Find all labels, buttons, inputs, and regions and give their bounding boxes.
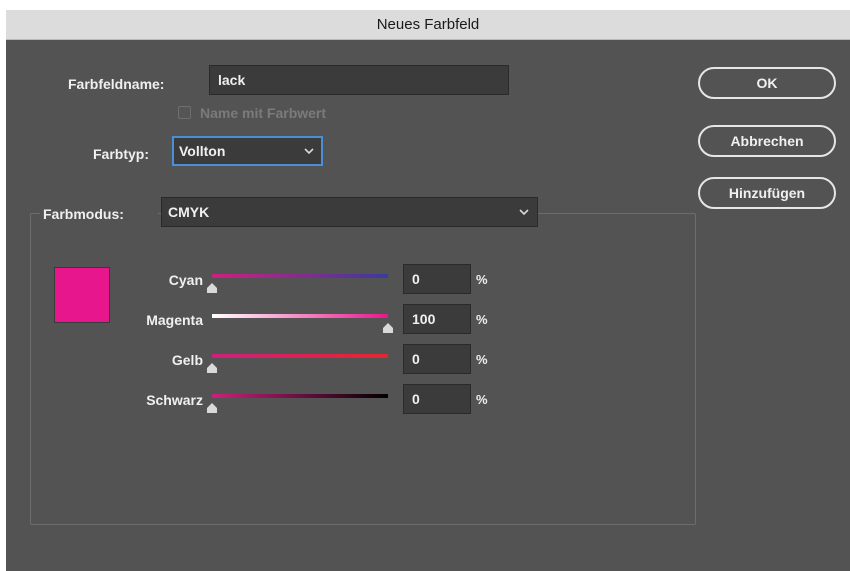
slider-value-input[interactable]: 0 xyxy=(403,384,471,414)
chevron-down-icon xyxy=(519,209,529,216)
slider-thumb-icon[interactable] xyxy=(206,402,218,414)
swatch-name-label: Farbfeldname: xyxy=(68,76,165,92)
color-mode-value: CMYK xyxy=(168,204,210,220)
slider-value-input[interactable]: 0 xyxy=(403,264,471,294)
slider-thumb-icon[interactable] xyxy=(206,362,218,374)
slider-value: 0 xyxy=(412,351,420,367)
name-with-color-value-checkbox[interactable] xyxy=(178,106,191,119)
chevron-down-icon xyxy=(304,148,314,155)
cancel-button[interactable]: Abbrechen xyxy=(698,125,836,157)
dialog-title-text: Neues Farbfeld xyxy=(376,16,480,33)
slider-label: Magenta xyxy=(146,312,203,328)
color-mode-group xyxy=(30,213,696,525)
slider-value: 0 xyxy=(412,391,420,407)
color-type-select[interactable]: Vollton xyxy=(172,136,323,166)
percent-unit: % xyxy=(476,272,488,287)
ok-button-label: OK xyxy=(756,75,778,91)
color-type-value: Vollton xyxy=(179,143,226,159)
swatch-name-input[interactable]: lack xyxy=(209,65,509,95)
swatch-name-value: lack xyxy=(218,72,246,88)
slider-value: 0 xyxy=(412,271,420,287)
color-mode-select[interactable]: CMYK xyxy=(161,197,538,227)
new-swatch-dialog: Neues Farbfeld Farbfeldname: lack Name m… xyxy=(6,10,850,571)
slider-value-input[interactable]: 0 xyxy=(403,344,471,374)
cancel-button-label: Abbrechen xyxy=(730,133,804,149)
slider-track[interactable] xyxy=(212,394,388,398)
slider-label: Gelb xyxy=(171,352,203,368)
color-type-label: Farbtyp: xyxy=(93,146,149,162)
slider-value-input[interactable]: 100 xyxy=(403,304,471,334)
color-mode-label: Farbmodus: xyxy=(43,206,124,222)
slider-value: 100 xyxy=(412,311,436,327)
percent-unit: % xyxy=(476,352,488,367)
add-button-label: Hinzufügen xyxy=(728,185,806,201)
slider-thumb-icon[interactable] xyxy=(206,282,218,294)
percent-unit: % xyxy=(476,392,488,407)
color-preview-swatch xyxy=(54,267,110,323)
slider-label: Cyan xyxy=(168,272,203,288)
ok-button[interactable]: OK xyxy=(698,67,836,99)
name-with-color-value-label: Name mit Farbwert xyxy=(200,105,327,121)
percent-unit: % xyxy=(476,312,488,327)
add-button[interactable]: Hinzufügen xyxy=(698,177,836,209)
slider-thumb-icon[interactable] xyxy=(382,322,394,334)
slider-track[interactable] xyxy=(212,314,388,318)
slider-track[interactable] xyxy=(212,274,388,278)
slider-label: Schwarz xyxy=(146,392,203,408)
dialog-title: Neues Farbfeld xyxy=(6,10,850,40)
slider-track[interactable] xyxy=(212,354,388,358)
